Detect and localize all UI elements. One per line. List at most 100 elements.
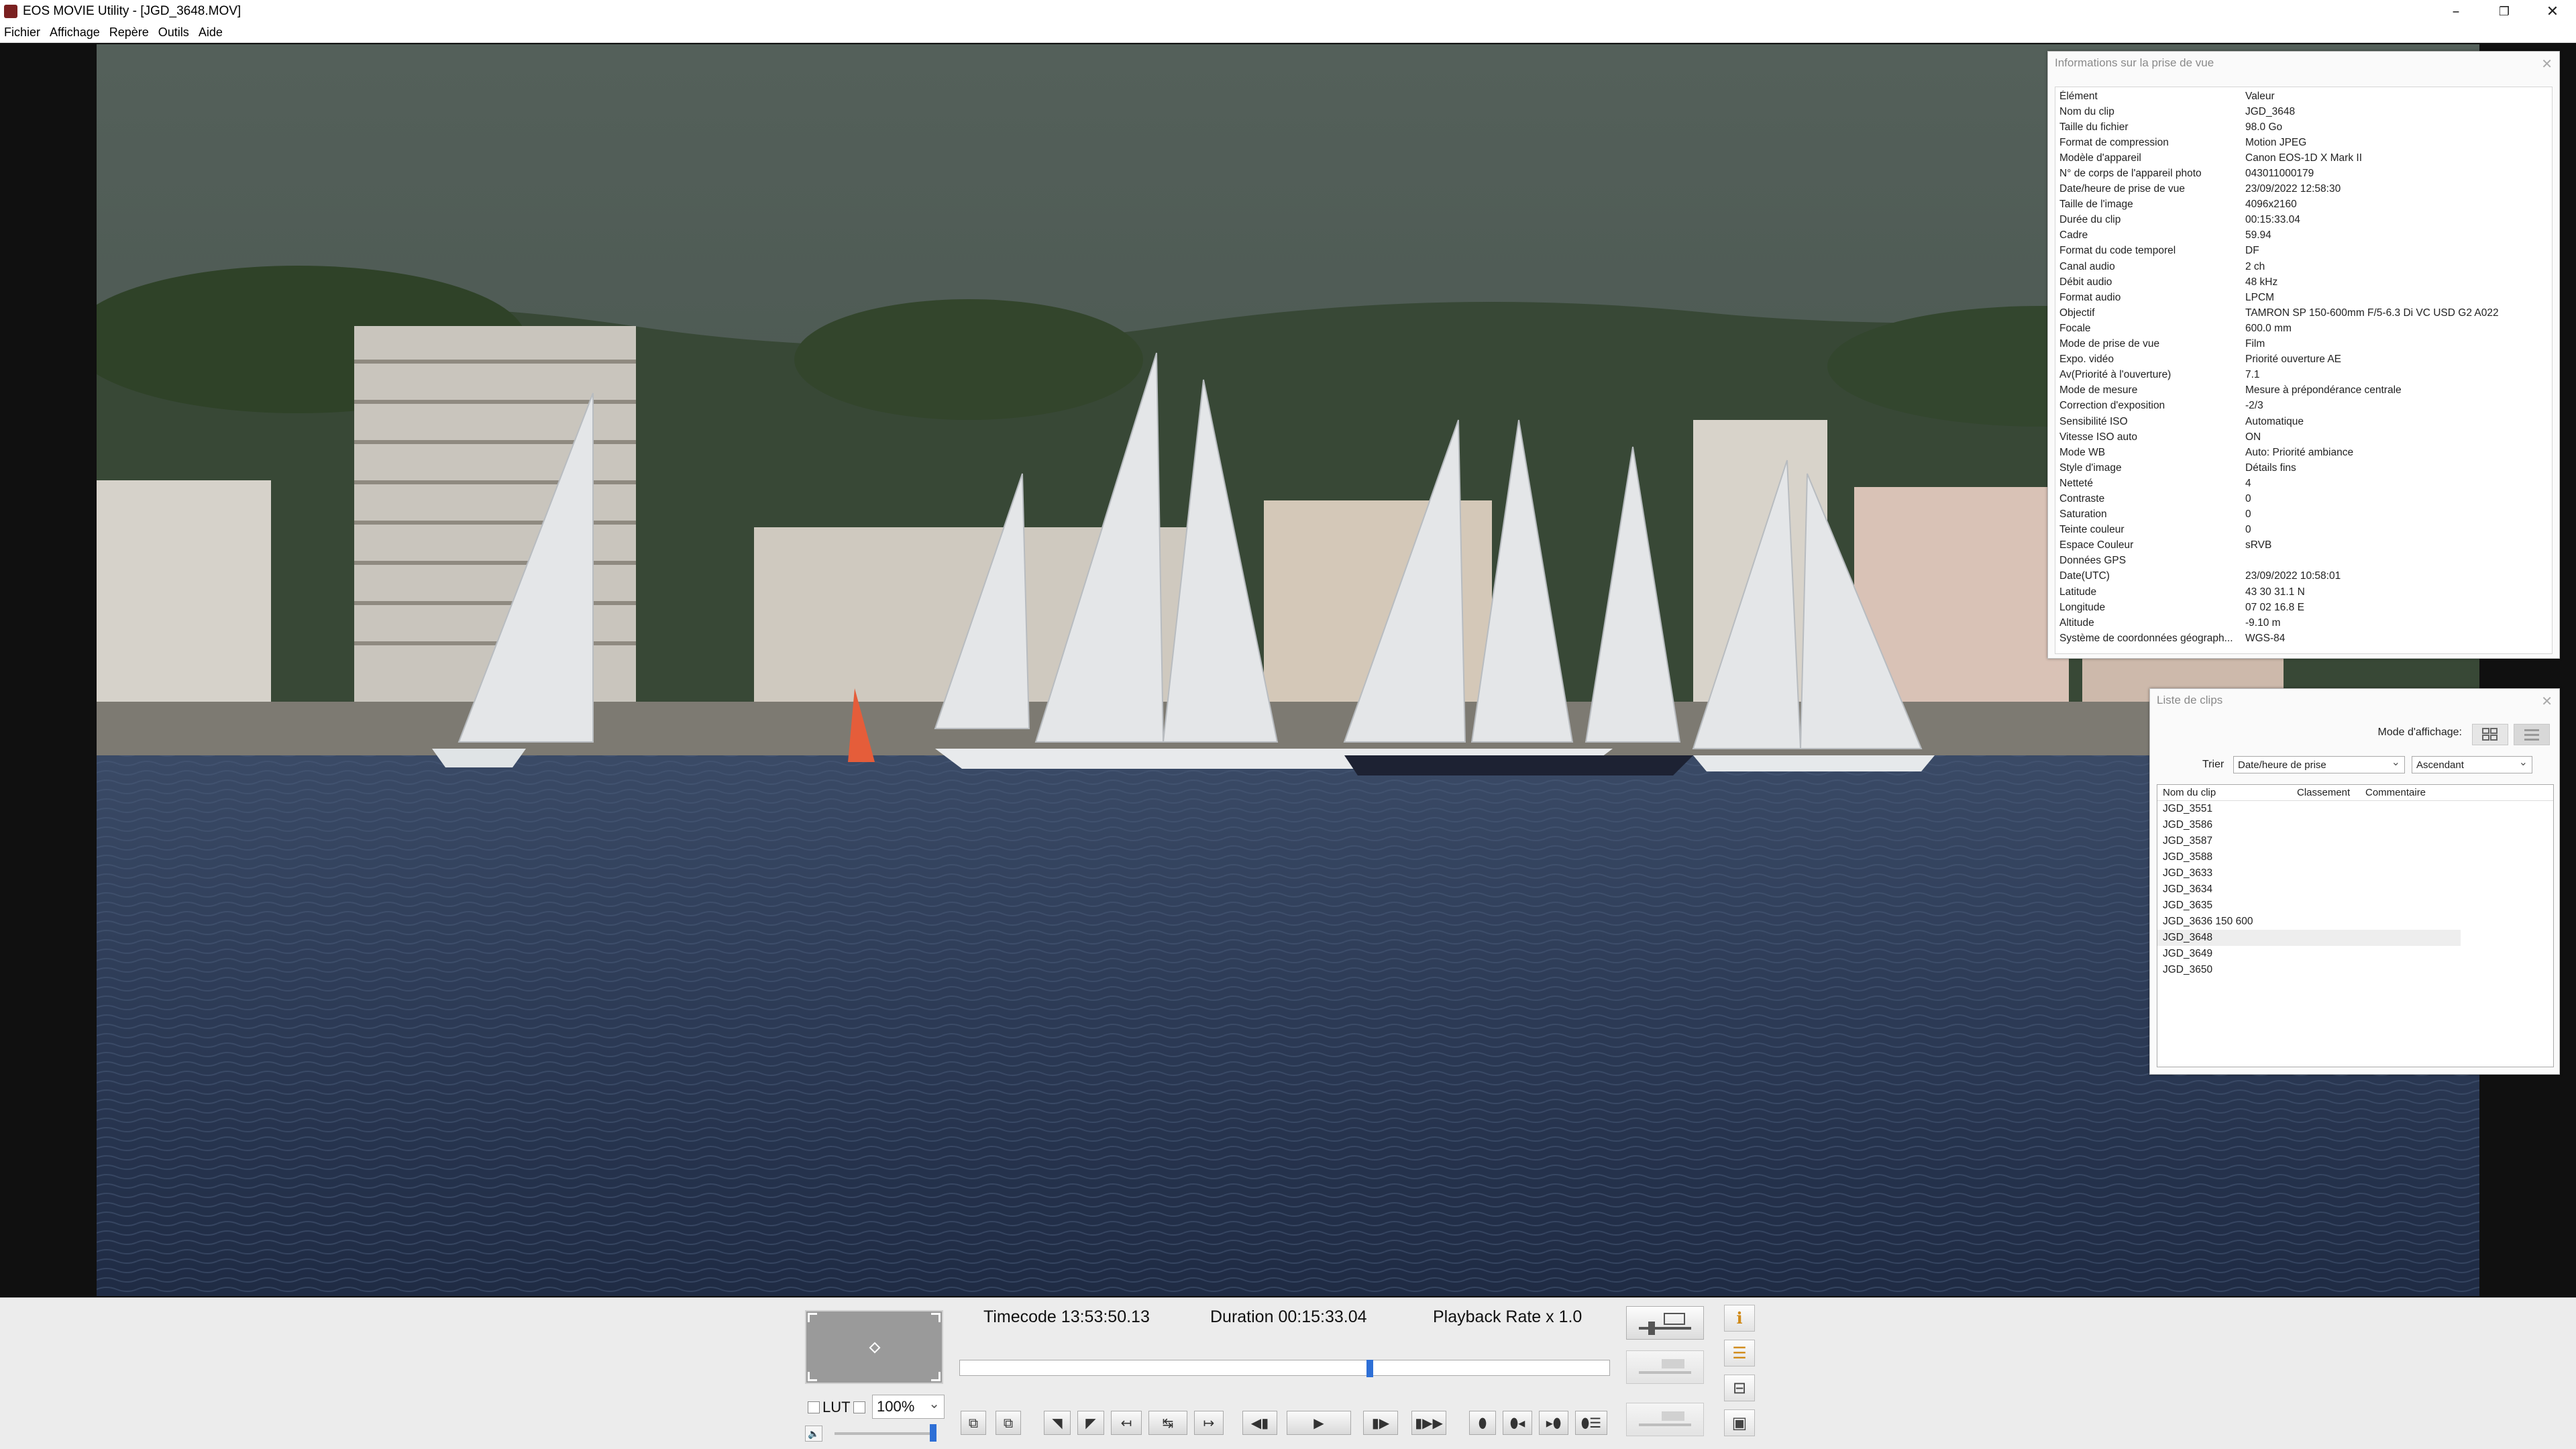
marker-list-button[interactable]: ⬮☰ (1575, 1411, 1607, 1435)
info-row: Données GPS (2059, 553, 2548, 569)
dpp-icon: ▣ (1731, 1413, 1748, 1432)
info-key: Données GPS (2059, 555, 2127, 567)
info-key: Contraste (2059, 492, 2105, 504)
volume-icon[interactable]: 🔈 (805, 1426, 822, 1442)
column-clip-name[interactable]: Nom du clip (2157, 787, 2292, 798)
clip-row[interactable]: JGD_3633 (2157, 865, 2461, 881)
menu-repere[interactable]: Repère (109, 25, 149, 40)
info-row: Taille de l'image 4096x2160 (2059, 197, 2548, 213)
info-value: Film (2245, 338, 2265, 350)
clip-row[interactable]: JGD_3586 (2157, 817, 2461, 833)
info-value: WGS-84 (2245, 632, 2286, 644)
info-row: Correction d'exposition -2/3 (2059, 398, 2548, 414)
clip-list-close-icon[interactable]: ✕ (2541, 693, 2553, 710)
sort-order-select[interactable]: Ascendant (2412, 755, 2532, 773)
clip-row[interactable]: JGD_3634 (2157, 881, 2461, 898)
info-row: Altitude -9.10 m (2059, 615, 2548, 631)
fast-forward-button[interactable]: ▮▶▶ (1411, 1411, 1446, 1435)
clip-row[interactable]: JGD_3587 (2157, 833, 2461, 849)
info-value: LPCM (2245, 291, 2275, 303)
info-value: 0 (2245, 508, 2251, 521)
clip-row[interactable]: JGD_3650 (2157, 962, 2461, 978)
info-key: Nom du clip (2059, 105, 2114, 117)
list-panel-icon: ☰ (1732, 1344, 1747, 1362)
menu-fichier[interactable]: Fichier (4, 25, 40, 40)
info-value: -2/3 (2245, 400, 2263, 412)
edit-mode-button[interactable] (1626, 1306, 1704, 1340)
seek-handle[interactable] (1366, 1360, 1373, 1377)
lut-control: LUT (805, 1396, 868, 1419)
previous-frame-button[interactable]: ◀▮ (1242, 1411, 1277, 1435)
volume-handle[interactable] (930, 1424, 936, 1442)
info-row: Système de coordonnées géograph... WGS-84 (2059, 631, 2548, 646)
info-key: Taille de l'image (2059, 199, 2133, 211)
info-key: Saturation (2059, 508, 2107, 521)
info-key: Système de coordonnées géograph... (2059, 632, 2233, 644)
clip-row[interactable]: JGD_3551 (2157, 801, 2461, 817)
info-row: Mode WB Auto: Priorité ambiance (2059, 445, 2548, 460)
lut-checkbox-b[interactable] (853, 1401, 865, 1413)
info-key: Expo. vidéo (2059, 354, 2114, 366)
compare-view-button[interactable]: ⊟ (1724, 1375, 1755, 1401)
info-value: 600.0 mm (2245, 322, 2292, 334)
info-key: Correction d'exposition (2059, 400, 2165, 412)
volume-slider[interactable] (835, 1432, 936, 1435)
clear-in-out-button[interactable]: ↹ (1148, 1411, 1187, 1435)
close-button[interactable]: ✕ (2529, 0, 2576, 23)
set-in-point-button[interactable]: ◥ (1044, 1411, 1071, 1435)
info-row: Teinte couleur 0 (2059, 523, 2548, 538)
menu-aide[interactable]: Aide (199, 25, 223, 40)
sort-by-select[interactable]: Date/heure de prise (2233, 755, 2405, 773)
column-rating[interactable]: Classement (2292, 787, 2360, 798)
snapshot-save-button[interactable]: ⧉ (996, 1411, 1021, 1435)
info-row: N° de corps de l'appareil photo 043011000… (2059, 166, 2548, 181)
go-to-out-point-button[interactable]: ↦ (1194, 1411, 1224, 1435)
export-icon (1639, 1411, 1691, 1426)
info-key: Mode WB (2059, 446, 2106, 458)
menu-outils[interactable]: Outils (158, 25, 189, 40)
info-panel-button[interactable]: ℹ (1724, 1305, 1755, 1332)
clip-row[interactable]: JGD_3649 (2157, 946, 2461, 962)
snapshot-button[interactable]: ⧉ (961, 1411, 986, 1435)
info-key: Durée du clip (2059, 214, 2121, 226)
info-key: Taille du fichier (2059, 121, 2129, 133)
clip-list-button[interactable]: ☰ (1724, 1340, 1755, 1366)
info-value: sRVB (2245, 539, 2272, 551)
info-key: Modèle d'appareil (2059, 152, 2141, 164)
export-mode-button[interactable] (1626, 1403, 1704, 1436)
previous-marker-button[interactable]: ⬮◂ (1503, 1411, 1532, 1435)
info-row: Débit audio 48 kHz (2059, 274, 2548, 290)
dpp-button[interactable]: ▣ (1724, 1409, 1755, 1436)
zoom-select[interactable]: 100% (872, 1395, 945, 1419)
clip-row[interactable]: JGD_3648 (2157, 930, 2461, 946)
info-value: -9.10 m (2245, 616, 2281, 629)
info-row: Format du code temporel DF (2059, 244, 2548, 259)
shooting-info-close-icon[interactable]: ✕ (2541, 56, 2553, 72)
info-key: Altitude (2059, 616, 2094, 629)
info-row: Saturation 0 (2059, 507, 2548, 523)
clip-list[interactable]: Nom du clip Classement Commentaire JGD_3… (2157, 784, 2554, 1067)
set-out-point-button[interactable]: ◤ (1077, 1411, 1104, 1435)
info-value: DF (2245, 245, 2259, 257)
navigator-thumbnail[interactable] (805, 1310, 943, 1384)
list-view-button[interactable] (2514, 724, 2550, 745)
thumbnail-view-button[interactable] (2472, 724, 2508, 745)
transfer-mode-button[interactable] (1626, 1350, 1704, 1384)
next-marker-button[interactable]: ▸⬮ (1539, 1411, 1568, 1435)
clip-row[interactable]: JGD_3635 (2157, 898, 2461, 914)
go-to-in-point-button[interactable]: ↤ (1111, 1411, 1142, 1435)
maximize-button[interactable]: ❐ (2481, 0, 2528, 23)
title-bar: EOS MOVIE Utility - [JGD_3648.MOV] – ❐ ✕ (0, 0, 2576, 23)
info-value: 043011000179 (2245, 168, 2314, 180)
clip-row[interactable]: JGD_3636 150 600 (2157, 914, 2461, 930)
clip-row[interactable]: JGD_3588 (2157, 849, 2461, 865)
column-comment[interactable]: Commentaire (2360, 787, 2461, 798)
next-frame-button[interactable]: ▮▶ (1363, 1411, 1398, 1435)
menu-affichage[interactable]: Affichage (50, 25, 100, 40)
lut-checkbox-a[interactable] (808, 1401, 820, 1413)
play-button[interactable]: ▶ (1287, 1411, 1351, 1435)
seek-bar[interactable] (959, 1360, 1610, 1377)
add-marker-button[interactable]: ⬮ (1469, 1411, 1496, 1435)
minimize-button[interactable]: – (2432, 0, 2479, 23)
info-row: Longitude 07 02 16.8 E (2059, 600, 2548, 615)
